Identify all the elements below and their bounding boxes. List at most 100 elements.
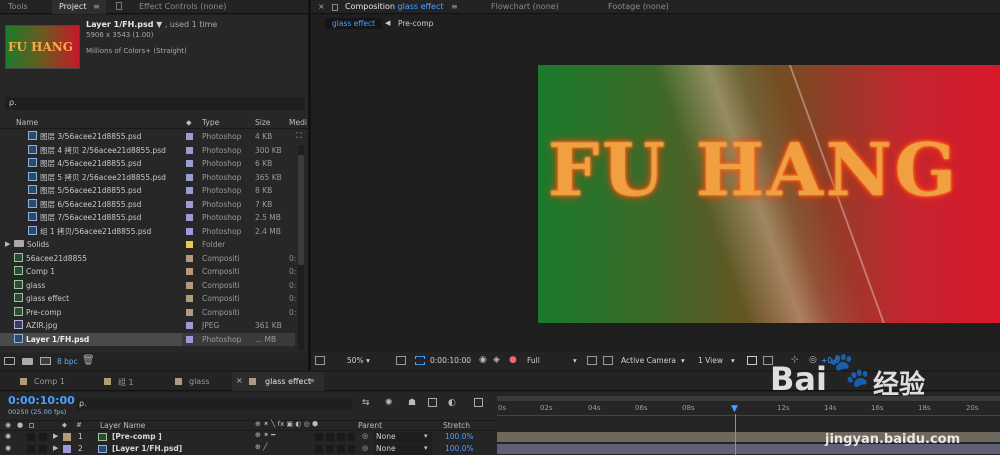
dropdown-arrow-icon[interactable]: ▾ (731, 356, 735, 365)
composition-viewer[interactable]: FU HANG (311, 33, 1000, 350)
lock-box[interactable] (39, 445, 47, 453)
label-color-swatch[interactable] (63, 433, 71, 441)
column-name[interactable]: Name (16, 118, 38, 127)
resolution-dropdown[interactable]: Full (527, 356, 540, 365)
label-color-swatch[interactable] (63, 445, 71, 453)
project-item[interactable]: 图层 5/56acee21d8855.psd Photoshop 8 KB (0, 184, 305, 198)
label-color-swatch[interactable] (186, 133, 193, 140)
project-item-selected[interactable]: Layer 1/FH.psd (0, 332, 182, 346)
column-type[interactable]: Type (202, 118, 219, 127)
show-snapshot-icon[interactable]: ◈ (493, 355, 500, 365)
layer-switches-icons[interactable]: ⊕ ╱ (255, 443, 267, 451)
bpc-label[interactable]: 8 bpc (57, 357, 78, 366)
project-item[interactable]: 图层 3/56acee21d8855.psd Photoshop 4 KB (0, 130, 305, 144)
comp-mini-flowchart-icon[interactable]: ⇆ (362, 398, 370, 408)
label-color-swatch[interactable] (186, 254, 193, 262)
scrollbar-thumb[interactable] (298, 155, 304, 265)
project-item[interactable]: glass effect Compositi 0: (0, 292, 305, 306)
lock-icon[interactable] (332, 4, 338, 11)
layer-row[interactable]: ◉ ▶ 2 [Layer 1/FH.psd] ⊕ ╱ ◎ None ▾ 100.… (0, 443, 496, 455)
lock-box[interactable] (39, 433, 47, 441)
transparency-grid-icon[interactable] (587, 356, 597, 365)
project-item[interactable]: 图层 5 拷贝 2/56acee21d8855.psd Photoshop 36… (0, 171, 305, 185)
fast-previews-icon[interactable] (603, 356, 613, 365)
project-item[interactable]: 图层 4 拷贝 2/56acee21d8855.psd Photoshop 30… (0, 144, 305, 158)
zoom-dropdown[interactable]: 50% ▾ (347, 356, 370, 365)
parent-dropdown[interactable]: None ▾ (374, 444, 432, 455)
close-icon[interactable]: × (318, 2, 325, 11)
label-column-icon[interactable]: ⬥ (186, 118, 192, 128)
label-color-swatch[interactable] (186, 214, 193, 221)
label-color-swatch[interactable] (186, 187, 193, 194)
frame-blending-icon[interactable] (428, 398, 437, 407)
project-item[interactable]: 图层 4/56acee21d8855.psd Photoshop 6 KB (0, 157, 305, 171)
label-color-swatch[interactable] (186, 308, 193, 316)
layer-name[interactable]: [Pre-comp ] (112, 432, 162, 441)
label-color-swatch[interactable] (186, 200, 193, 208)
hamburger-menu-icon[interactable]: ≡ (93, 2, 100, 11)
solo-box[interactable] (27, 445, 35, 453)
label-color-swatch[interactable] (186, 160, 193, 167)
new-folder-icon[interactable] (22, 358, 33, 365)
label-color-swatch[interactable] (186, 295, 193, 302)
graph-editor-icon[interactable] (474, 398, 483, 407)
stretch-header[interactable]: Stretch (443, 421, 470, 430)
camera-dropdown[interactable]: Active Camera (621, 356, 676, 365)
project-search-input[interactable]: ρ. (5, 97, 305, 110)
safe-margins-icon[interactable] (396, 356, 406, 365)
channel-rgb-icon[interactable]: ● (509, 355, 517, 365)
label-color-swatch[interactable] (186, 335, 193, 343)
breadcrumb-current[interactable]: glass effect (325, 18, 383, 29)
viewer-timecode[interactable]: 0:00:10:00 (430, 356, 471, 365)
column-media[interactable]: Medi (289, 118, 307, 127)
project-item[interactable]: glass Compositi 0: (0, 279, 305, 293)
solo-box[interactable] (27, 433, 35, 441)
label-color-swatch[interactable] (186, 281, 193, 289)
tab-flowchart[interactable]: Flowchart (none) (491, 0, 559, 14)
layer-row[interactable]: ◉ ▶ 1 [Pre-comp ] ⊕ ✶ ━ ◎ None ▾ 100.0% (0, 431, 496, 443)
tab-footage[interactable]: Footage (none) (608, 0, 669, 14)
layer-name[interactable]: [Layer 1/FH.psd] (112, 444, 182, 453)
label-color-swatch[interactable] (186, 227, 193, 235)
label-color-swatch[interactable] (186, 146, 193, 154)
playhead-line[interactable] (735, 414, 736, 455)
timeline-search-input[interactable]: ρ. (76, 398, 352, 410)
motion-blur-icon[interactable]: ◐ (448, 398, 456, 408)
label-color-swatch[interactable] (186, 173, 193, 181)
dropdown-arrow-icon[interactable]: ▾ (573, 356, 577, 365)
project-item[interactable]: Pre-comp Compositi 0: (0, 306, 305, 320)
disclosure-triangle-icon[interactable]: ▶ (53, 444, 58, 452)
trash-icon[interactable]: 🗑 (82, 355, 95, 366)
draft-3d-icon[interactable]: ✺ (385, 398, 393, 408)
visibility-eye-icon[interactable]: ◉ (5, 432, 11, 440)
new-composition-icon[interactable] (40, 357, 51, 365)
breadcrumb-parent[interactable]: Pre-comp (398, 19, 433, 28)
parent-pickwhip-icon[interactable]: ◎ (362, 444, 368, 452)
close-icon[interactable]: × (236, 376, 243, 385)
label-color-swatch[interactable] (186, 241, 193, 248)
label-color-swatch[interactable] (186, 268, 193, 275)
layer-name-header[interactable]: Layer Name (100, 421, 145, 430)
view-layout-dropdown[interactable]: 1 View (698, 356, 723, 365)
parent-dropdown[interactable]: None ▾ (374, 432, 432, 443)
project-item[interactable]: 组 1 拷贝/56acee21d8855.psd Photoshop 2.4 M… (0, 225, 305, 239)
project-item[interactable]: ▶ Solids Folder (0, 238, 305, 252)
label-color-swatch[interactable] (186, 322, 193, 329)
timeline-tab-glass[interactable]: glass (189, 377, 210, 386)
current-time-display[interactable]: 0:00:10:00 (8, 394, 75, 407)
tab-effect-controls[interactable]: Effect Controls (none) (139, 0, 226, 14)
always-preview-icon[interactable] (315, 356, 325, 365)
switch-boxes[interactable] (315, 445, 355, 453)
panel-lock-icon[interactable] (116, 2, 122, 10)
project-item[interactable]: 图层 6/56acee21d8855.psd Photoshop 7 KB (0, 198, 305, 212)
snapshot-icon[interactable]: ◉ (479, 355, 487, 365)
composition-canvas[interactable]: FU HANG (538, 65, 1000, 323)
toggle-pixel-aspect-icon[interactable] (747, 356, 757, 365)
visibility-eye-icon[interactable]: ◉ (5, 444, 11, 452)
playhead-icon[interactable]: ▼ (731, 404, 738, 414)
tab-project-active[interactable]: Project ≡ (52, 0, 106, 14)
stretch-value[interactable]: 100.0% (445, 432, 474, 441)
hamburger-menu-icon[interactable]: ≡ (308, 376, 315, 385)
project-item[interactable]: 56acee21d8855 Compositi 0: (0, 252, 305, 266)
tab-tools[interactable]: Tools (8, 0, 28, 14)
